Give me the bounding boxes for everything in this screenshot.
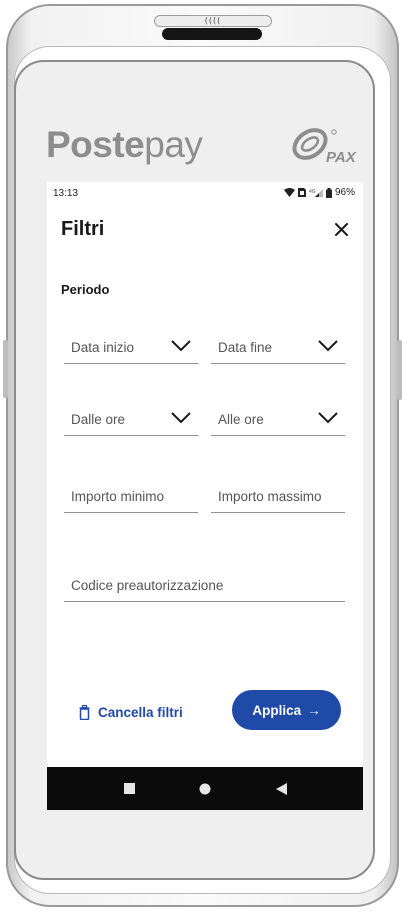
- side-button-left: [3, 340, 8, 398]
- side-button-right: [397, 340, 402, 400]
- start-date-select[interactable]: Data inizio: [64, 330, 198, 364]
- pax-logo: PAX: [292, 128, 357, 166]
- clear-filters-label: Cancella filtri: [98, 704, 183, 720]
- arrow-right-icon: →: [307, 702, 321, 718]
- app-screen: 13:13 4G 96% Filtri Periodo Data inizio …: [47, 182, 363, 810]
- max-amount-input[interactable]: Importo massimo: [211, 479, 345, 513]
- to-time-select[interactable]: Alle ore: [211, 402, 345, 436]
- max-amount-placeholder: Importo massimo: [218, 489, 322, 504]
- signal-icon: 4G: [309, 189, 323, 197]
- brand-bold-text: Poste: [46, 124, 145, 165]
- recents-icon: [123, 783, 135, 794]
- preauth-code-placeholder: Codice preautorizzazione: [71, 578, 224, 593]
- system-navbar: [47, 767, 363, 810]
- status-icons: 4G 96%: [283, 187, 355, 198]
- period-section-label: Periodo: [61, 282, 110, 297]
- status-bar: 13:13 4G 96%: [47, 182, 363, 204]
- sim-icon: [297, 188, 306, 197]
- back-button[interactable]: [261, 769, 301, 809]
- nfc-icon: ((((: [154, 15, 272, 27]
- home-icon: [199, 783, 211, 794]
- end-date-select[interactable]: Data fine: [211, 330, 345, 364]
- nfc-mark-label: ((((: [204, 16, 222, 25]
- from-time-select[interactable]: Dalle ore: [64, 402, 198, 436]
- chevron-down-icon: [318, 412, 338, 424]
- brand-light-text: pay: [144, 124, 203, 165]
- home-button[interactable]: [185, 769, 225, 809]
- apply-button-label: Applica: [252, 702, 302, 718]
- page-title: Filtri: [61, 218, 105, 240]
- min-amount-input[interactable]: Importo minimo: [64, 479, 198, 513]
- close-button[interactable]: [330, 218, 352, 240]
- postepay-logo: Postepay: [46, 124, 203, 166]
- close-icon: [334, 222, 348, 236]
- svg-text:4G: 4G: [309, 189, 316, 195]
- from-time-label: Dalle ore: [71, 412, 126, 427]
- status-time: 13:13: [53, 188, 79, 199]
- wifi-icon: [283, 188, 295, 197]
- battery-icon: [325, 187, 332, 198]
- end-date-label: Data fine: [218, 340, 273, 355]
- apply-button[interactable]: Applica →: [232, 690, 341, 730]
- to-time-label: Alle ore: [218, 412, 264, 427]
- battery-level: 96%: [334, 187, 355, 198]
- recents-button[interactable]: [109, 769, 149, 809]
- start-date-label: Data inizio: [71, 340, 135, 355]
- clear-filters-button[interactable]: Cancella filtri: [79, 702, 183, 722]
- min-amount-placeholder: Importo minimo: [71, 489, 165, 504]
- trash-icon: [79, 704, 90, 720]
- back-icon: [275, 782, 287, 795]
- chevron-down-icon: [171, 340, 191, 352]
- speaker-grille: [162, 28, 262, 40]
- pax-logo-text: PAX: [326, 149, 357, 166]
- preauth-code-input[interactable]: Codice preautorizzazione: [64, 568, 345, 602]
- chevron-down-icon: [318, 340, 338, 352]
- chevron-down-icon: [171, 412, 191, 424]
